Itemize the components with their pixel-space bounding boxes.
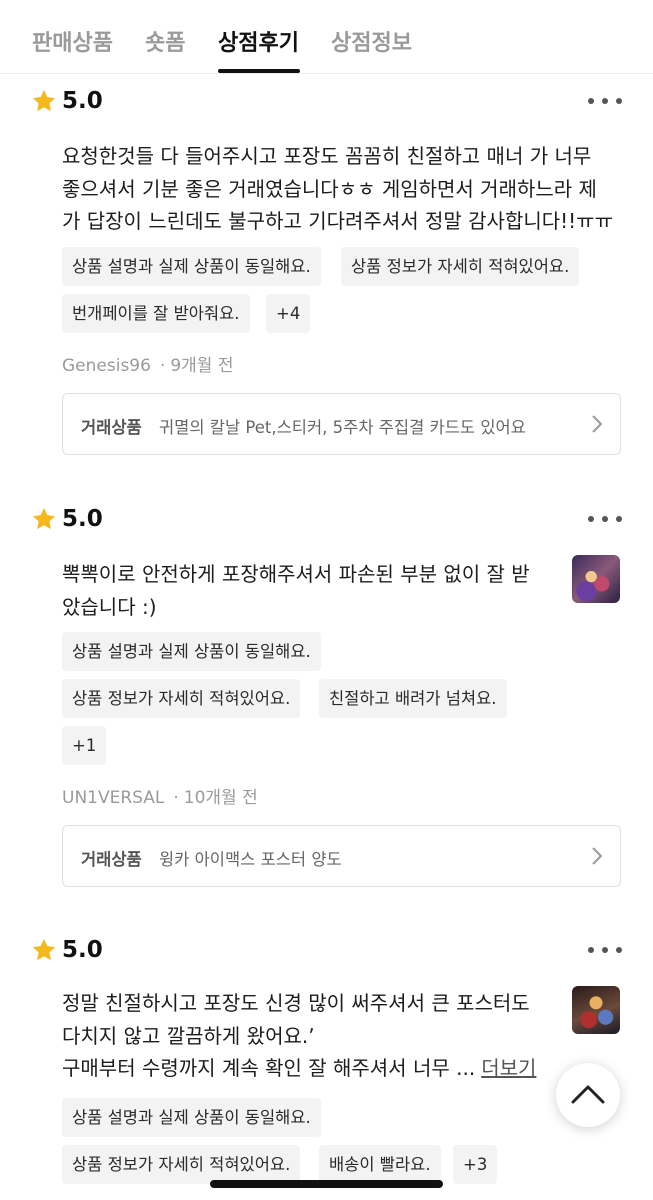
review-tag-more[interactable]: +4 <box>266 294 311 333</box>
active-tab-indicator <box>218 69 300 73</box>
review-text: 요청한것들 다 들어주시고 포장도 꼼꼼히 친절하고 매너 가 너무 좋으셔서 … <box>62 144 613 233</box>
trade-label: 거래상품 <box>81 418 142 437</box>
tab-bar: 판매상품 숏폼 상점후기 상점정보 <box>0 0 653 74</box>
review-text: 정말 친절하시고 포장도 신경 많이 써주셔서 큰 포스터도 다치지 않고 깔끔… <box>62 991 537 1080</box>
trade-product-card[interactable]: 거래상품 귀멸의 칼날 Pet,스티커, 5주차 주집결 카드도 있어요 <box>62 393 621 455</box>
more-icon[interactable] <box>588 947 622 955</box>
rating-score: 5.0 <box>62 506 103 532</box>
chevron-right-icon <box>592 415 603 433</box>
review-author[interactable]: UN1VERSAL <box>62 788 164 808</box>
review-photo-thumbnail[interactable] <box>572 555 620 603</box>
review-tag: 배송이 빨라요. <box>319 1145 441 1184</box>
rating-score: 5.0 <box>62 937 103 963</box>
review-tag: 상품 설명과 실제 상품이 동일해요. <box>62 632 321 671</box>
tab-shop-info[interactable]: 상점정보 <box>331 25 412 57</box>
read-more-link[interactable]: 더보기 <box>481 1056 536 1080</box>
tab-shorts[interactable]: 숏폼 <box>145 25 185 57</box>
review-tag: 친절하고 배려가 넘쳐요. <box>319 679 507 718</box>
home-indicator <box>210 1180 443 1188</box>
review-tag: 상품 설명과 실제 상품이 동일해요. <box>62 1098 321 1137</box>
review-tag: 상품 정보가 자세히 적혀있어요. <box>62 1145 301 1184</box>
review-tag: 상품 설명과 실제 상품이 동일해요. <box>62 247 321 286</box>
trade-label: 거래상품 <box>81 850 142 869</box>
meta-separator: · <box>173 788 179 808</box>
meta-separator: · <box>159 356 166 376</box>
more-icon[interactable] <box>588 516 622 524</box>
review-photo-thumbnail[interactable] <box>572 986 620 1034</box>
review-time: 9개월 전 <box>170 356 234 376</box>
chevron-right-icon <box>592 847 603 865</box>
more-icon[interactable] <box>588 98 622 106</box>
rating: 5.0 <box>31 504 103 534</box>
scroll-to-top-button[interactable] <box>556 1063 620 1127</box>
tab-reviews[interactable]: 상점후기 <box>218 25 299 57</box>
review-tag: 번개페이를 잘 받아줘요. <box>62 294 250 333</box>
review-tag: 상품 정보가 자세히 적혀있어요. <box>62 679 301 718</box>
review-tag: 상품 정보가 자세히 적혀있어요. <box>341 247 580 286</box>
rating-score: 5.0 <box>62 88 103 114</box>
review-text: 뽁뽁이로 안전하게 포장해주셔서 파손된 부분 없이 잘 받 았습니다 :) <box>62 562 530 619</box>
review-tag-more[interactable]: +3 <box>453 1145 498 1184</box>
star-icon <box>32 89 56 112</box>
tab-products[interactable]: 판매상품 <box>32 25 113 57</box>
star-icon <box>32 507 56 530</box>
review-time: 10개월 전 <box>183 788 258 808</box>
trade-product-name: 윙카 아이맥스 포스터 양도 <box>159 850 342 869</box>
review-meta: Genesis96 · 9개월 전 <box>62 351 233 376</box>
review-meta: UN1VERSAL · 10개월 전 <box>62 783 258 808</box>
trade-product-card[interactable]: 거래상품 윙카 아이맥스 포스터 양도 <box>62 825 621 887</box>
chevron-up-icon <box>571 1085 605 1104</box>
rating: 5.0 <box>31 935 103 965</box>
trade-product-name: 귀멸의 칼날 Pet,스티커, 5주차 주집결 카드도 있어요 <box>159 418 526 437</box>
rating: 5.0 <box>31 86 103 116</box>
star-icon <box>32 938 56 961</box>
review-author[interactable]: Genesis96 <box>62 356 151 376</box>
review-tag-more[interactable]: +1 <box>62 726 107 765</box>
